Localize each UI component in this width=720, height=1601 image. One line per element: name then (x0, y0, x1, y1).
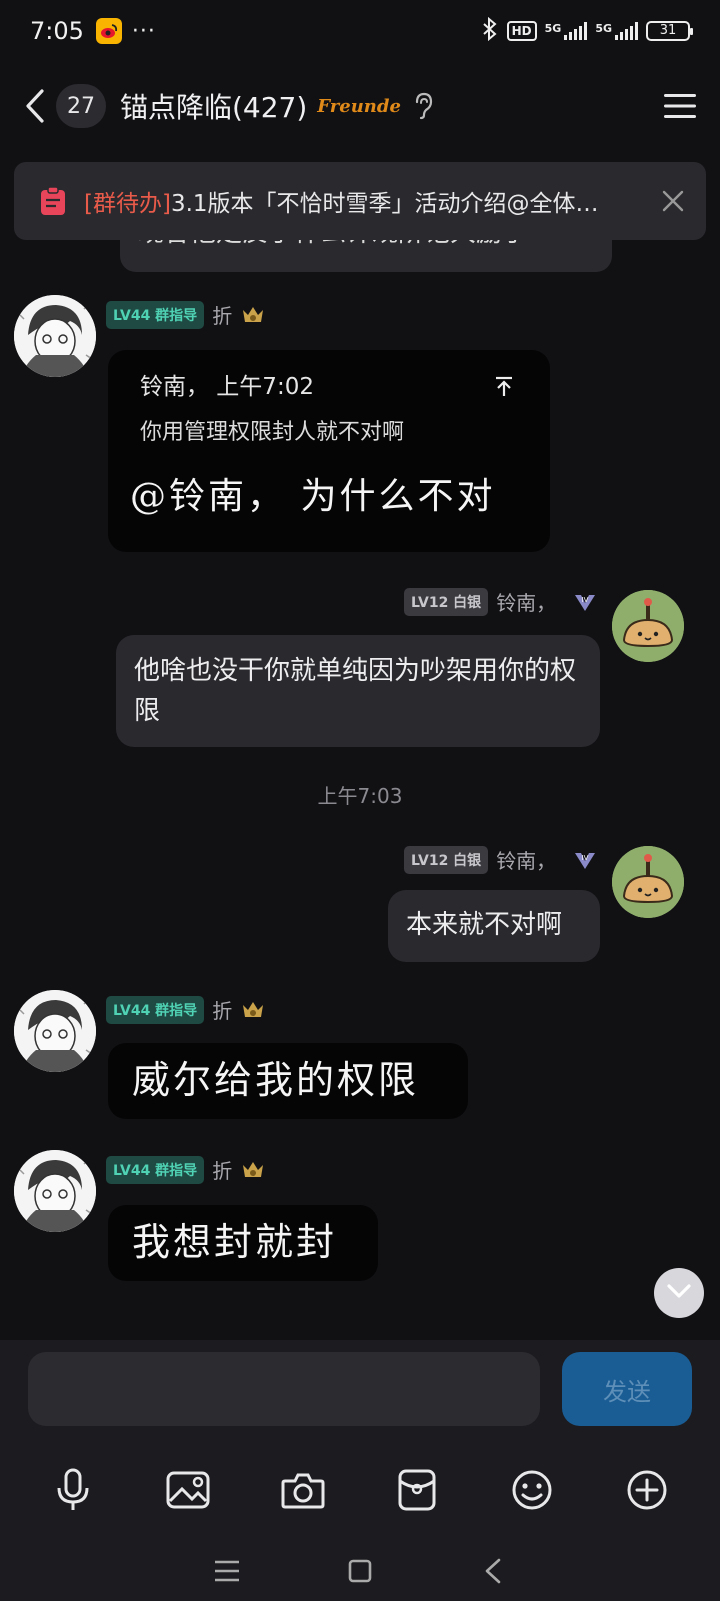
message-bubble[interactable]: 本来就不对啊 (388, 890, 600, 962)
message-text: 本来就不对啊 (406, 910, 563, 940)
network-label: 5G (544, 22, 562, 35)
message-bubble[interactable]: 他啥也没干你就单纯因为吵架用你的权限 (116, 635, 600, 747)
level-badge: LV44 群指导 (106, 300, 205, 329)
recent-apps-icon[interactable] (207, 1551, 247, 1591)
mic-icon[interactable] (43, 1460, 103, 1520)
message-text: 我想封就封 (132, 1220, 338, 1264)
hd-badge: HD (506, 21, 537, 41)
level-badge: LV12 白银 (404, 845, 489, 874)
todo-icon (40, 186, 66, 216)
message-text: 他啥也没干你就单纯因为吵架用你的权限 (134, 656, 577, 726)
message-bubble[interactable]: 威尔给我的权限 (108, 1043, 468, 1119)
ear-icon[interactable] (413, 91, 435, 121)
status-time: 7:05 (30, 17, 84, 45)
signal-2: 5G (595, 22, 638, 40)
bluetooth-icon (481, 16, 499, 45)
camera-icon[interactable] (273, 1460, 333, 1520)
message-text: 威尔给我的权限 (132, 1058, 420, 1102)
close-icon[interactable] (658, 186, 688, 216)
crown-icon (240, 303, 266, 327)
avatar[interactable] (14, 1150, 96, 1232)
sender-name[interactable]: 铃南， (496, 845, 556, 874)
home-icon[interactable] (340, 1551, 380, 1591)
unread-count-badge[interactable]: 27 (56, 84, 106, 128)
avatar[interactable] (14, 295, 96, 377)
avatar[interactable] (612, 590, 684, 662)
level-badge: LV44 群指导 (106, 995, 205, 1024)
svg-text:IV: IV (582, 596, 589, 604)
message-list[interactable]: 现各他走反了什么计观阶记大励了 LV44 群指导 折 铃南， 上午7:02 你用… (0, 150, 720, 1340)
sender-name[interactable]: 折 (212, 300, 232, 329)
pinned-text: 3.1版本「不恰时雪季」活动介绍@全体… (170, 191, 599, 217)
level-badge: LV44 群指导 (106, 1155, 205, 1184)
level-badge: LV12 白银 (404, 587, 489, 616)
menu-icon[interactable] (660, 86, 700, 126)
signal-bars-icon (615, 22, 638, 40)
vip-icon: IV (572, 848, 598, 872)
battery-icon: 31 (646, 21, 693, 41)
composer: 发送 (0, 1340, 720, 1440)
weibo-icon (95, 18, 122, 44)
chat-header: 27 锚点降临(427) Freunde (0, 70, 720, 142)
sender-name[interactable]: 铃南， (496, 587, 556, 616)
status-bar: 7:05 ··· HD 5G 5G 31 (0, 0, 720, 62)
jump-to-quote-icon[interactable] (492, 375, 516, 399)
signal-bars-icon (564, 22, 588, 40)
avatar[interactable] (612, 846, 684, 918)
pinned-tag: [群待办] (84, 191, 171, 217)
scroll-to-bottom-button[interactable] (654, 1268, 704, 1318)
sender-meta: LV44 群指导 折 (106, 1155, 266, 1184)
red-packet-icon[interactable] (387, 1460, 447, 1520)
vip-icon: IV (572, 590, 598, 614)
status-more-icon: ··· (131, 18, 156, 44)
pinned-notice[interactable]: [群待办] 3.1版本「不恰时雪季」活动介绍@全体… (14, 162, 706, 240)
sender-meta: LV44 群指导 折 (106, 995, 266, 1024)
plus-icon[interactable] (617, 1460, 677, 1520)
sender-meta: LV12 白银 铃南， IV (404, 587, 598, 616)
status-indicators: HD 5G 5G 31 (481, 16, 693, 45)
group-title[interactable]: 锚点降临(427) (120, 86, 307, 126)
group-badge: Freunde (317, 95, 401, 117)
signal-1: 5G (545, 22, 588, 40)
avatar[interactable] (14, 990, 96, 1072)
crown-icon (240, 998, 266, 1022)
message-bubble[interactable]: 我想封就封 (108, 1205, 378, 1281)
emoji-icon[interactable] (502, 1460, 562, 1520)
nav-back-icon[interactable] (473, 1551, 513, 1591)
sender-meta: LV12 白银 铃南， IV (404, 845, 598, 874)
sender-name[interactable]: 折 (212, 995, 232, 1024)
system-navigation-bar (0, 1540, 720, 1601)
network-label: 5G (595, 22, 612, 35)
message-text: @铃南， 为什么不对 (130, 476, 496, 517)
crown-icon (240, 1158, 266, 1182)
sender-meta: LV44 群指导 折 (106, 300, 266, 329)
quote-header[interactable]: 铃南， 上午7:02 (140, 372, 516, 402)
message-input[interactable] (28, 1352, 540, 1426)
send-button[interactable]: 发送 (562, 1352, 692, 1426)
sender-name[interactable]: 折 (212, 1155, 232, 1184)
quote-author: 铃南， 上午7:02 (140, 374, 314, 400)
chevron-down-icon (666, 1283, 692, 1303)
quote-text: 你用管理权限封人就不对啊 (140, 420, 405, 445)
image-icon[interactable] (158, 1460, 218, 1520)
composer-toolbar (0, 1440, 720, 1540)
back-icon[interactable] (20, 84, 50, 128)
svg-text:IV: IV (582, 854, 589, 862)
message-bubble[interactable]: 铃南， 上午7:02 你用管理权限封人就不对啊 @铃南， 为什么不对 (108, 350, 550, 552)
timestamp: 上午7:03 (317, 784, 403, 808)
